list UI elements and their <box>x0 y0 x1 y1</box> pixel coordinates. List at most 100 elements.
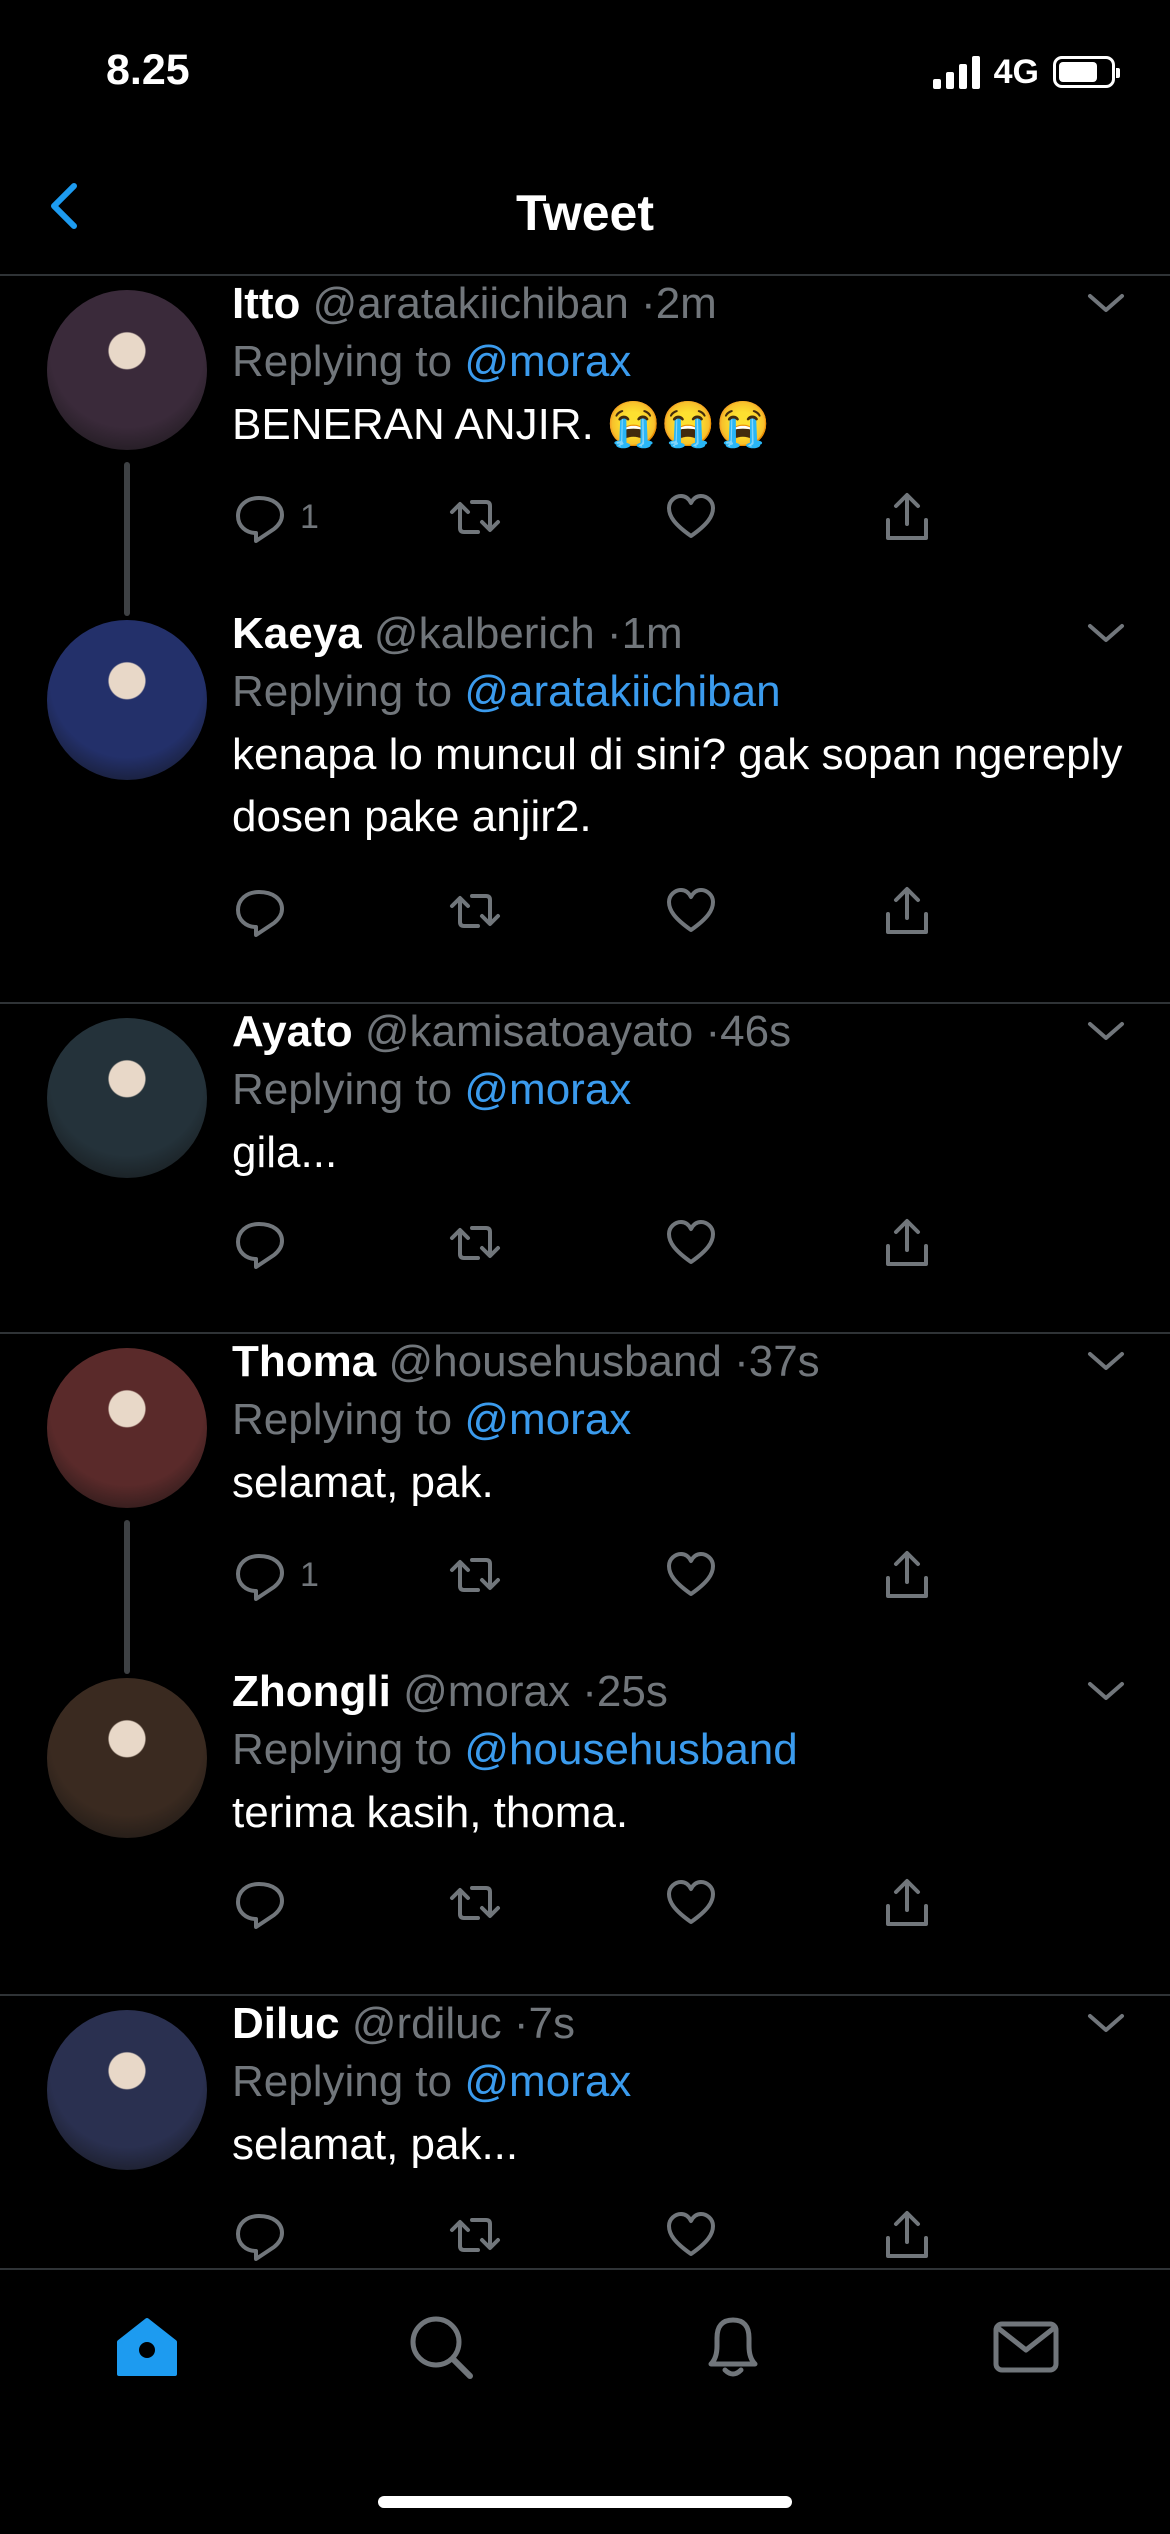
tweet-text: gila... <box>232 1128 338 1177</box>
avatar[interactable] <box>47 1018 207 1178</box>
user-handle: @kamisatoayato <box>364 1007 694 1056</box>
tweet-row[interactable]: Thoma @househusband ·37s Replying to @mo… <box>0 1334 1170 1674</box>
reply-button[interactable] <box>232 1876 300 1930</box>
mention-link[interactable]: @morax <box>464 337 631 386</box>
status-time: 8.25 <box>106 46 190 94</box>
avatar[interactable] <box>47 2010 207 2170</box>
mail-icon[interactable] <box>990 2310 1062 2382</box>
reply-button[interactable] <box>232 884 300 938</box>
display-name[interactable]: Diluc <box>232 1999 340 2048</box>
tweet-row[interactable]: Diluc @rdiluc ·7s Replying to @morax sel… <box>0 1996 1170 2266</box>
search-icon[interactable] <box>404 2310 476 2382</box>
tweet-header: Zhongli @morax ·25s <box>232 1664 1130 1720</box>
tweet-time: 1m <box>621 609 683 658</box>
display-name[interactable]: Kaeya <box>232 609 362 658</box>
replying-prefix: Replying to <box>232 1395 453 1444</box>
share-icon <box>886 2211 928 2258</box>
retweet-button[interactable] <box>448 490 502 544</box>
tweet-time: 25s <box>596 1667 668 1716</box>
chevron-down-icon[interactable] <box>1086 2012 1126 2036</box>
like-button[interactable] <box>664 1548 718 1602</box>
retweet-button[interactable] <box>448 1548 502 1602</box>
replying-to: Replying to @morax <box>232 1060 1130 1120</box>
share-button[interactable] <box>880 1876 934 1930</box>
tweet-row[interactable]: Kaeya @kalberich ·1m Replying to @aratak… <box>0 606 1170 1004</box>
reply-button[interactable] <box>232 1216 300 1270</box>
home-indicator[interactable] <box>378 2496 792 2508</box>
mention-link[interactable]: @aratakiichiban <box>464 667 780 716</box>
heart-icon <box>667 1220 715 1264</box>
reply-button[interactable]: 1 <box>232 1548 319 1602</box>
share-button[interactable] <box>880 490 934 544</box>
share-button[interactable] <box>880 2208 934 2262</box>
status-right: 4G <box>932 52 1120 92</box>
dot-separator: · <box>734 1337 749 1386</box>
tweet-body: Ayato @kamisatoayato ·46s Replying to @m… <box>232 1004 1130 1184</box>
dot-separator: · <box>606 609 622 658</box>
avatar[interactable] <box>47 1678 207 1838</box>
tweet-row[interactable]: Ayato @kamisatoayato ·46s Replying to @m… <box>0 1004 1170 1334</box>
retweet-icon <box>450 1558 500 1592</box>
reply-icon <box>236 1554 284 1601</box>
tweet-actions <box>232 1216 932 1276</box>
tweet-time: 37s <box>748 1337 820 1386</box>
chevron-down-icon[interactable] <box>1086 622 1126 646</box>
retweet-button[interactable] <box>448 1216 502 1270</box>
tab-bar <box>0 2268 1170 2534</box>
replying-prefix: Replying to <box>232 667 453 716</box>
replying-to: Replying to @househusband <box>232 1720 1130 1780</box>
share-icon <box>886 887 928 934</box>
home-icon[interactable] <box>111 2310 183 2382</box>
tweet-text: terima kasih, thoma. <box>232 1788 629 1837</box>
tweet-row[interactable]: Zhongli @morax ·25s Replying to @househu… <box>0 1664 1170 1996</box>
retweet-button[interactable] <box>448 2208 502 2262</box>
chevron-down-icon[interactable] <box>1086 1020 1126 1044</box>
retweet-icon <box>450 500 500 534</box>
heart-icon <box>667 2212 715 2256</box>
display-name[interactable]: Itto <box>232 279 300 328</box>
reply-button[interactable] <box>232 2208 300 2262</box>
network-label: 4G <box>993 52 1039 91</box>
share-button[interactable] <box>880 1548 934 1602</box>
mention-link[interactable]: @morax <box>464 1065 631 1114</box>
share-button[interactable] <box>880 884 934 938</box>
display-name[interactable]: Ayato <box>232 1007 353 1056</box>
like-button[interactable] <box>664 884 718 938</box>
display-name[interactable]: Zhongli <box>232 1667 391 1716</box>
bell-icon[interactable] <box>697 2310 769 2382</box>
avatar[interactable] <box>47 1348 207 1508</box>
retweet-button[interactable] <box>448 884 502 938</box>
tweet-text: selamat, pak. <box>232 1458 494 1507</box>
heart-icon <box>667 494 715 538</box>
signal-icon <box>932 55 980 89</box>
retweet-icon <box>450 1226 500 1260</box>
mention-link[interactable]: @morax <box>464 2057 631 2106</box>
reply-button[interactable]: 1 <box>232 490 319 544</box>
reply-feed[interactable]: Itto @aratakiichiban ·2m Replying to @mo… <box>0 276 1170 2266</box>
mention-link[interactable]: @morax <box>464 1395 631 1444</box>
battery-icon <box>1053 56 1120 88</box>
tweet-body: Zhongli @morax ·25s Replying to @househu… <box>232 1664 1130 1844</box>
mention-link[interactable]: @househusband <box>464 1725 797 1774</box>
like-button[interactable] <box>664 1216 718 1270</box>
chevron-down-icon[interactable] <box>1086 292 1126 316</box>
tweet-text: BENERAN ANJIR. 😭😭😭 <box>232 400 771 449</box>
display-name[interactable]: Thoma <box>232 1337 376 1386</box>
replying-to: Replying to @morax <box>232 2052 1130 2112</box>
tweet-row[interactable]: Itto @aratakiichiban ·2m Replying to @mo… <box>0 276 1170 616</box>
chevron-down-icon[interactable] <box>1086 1350 1126 1374</box>
heart-icon <box>667 888 715 932</box>
chevron-down-icon[interactable] <box>1086 1680 1126 1704</box>
replying-to: Replying to @morax <box>232 1390 1130 1450</box>
avatar[interactable] <box>47 620 207 780</box>
tweet-body: Itto @aratakiichiban ·2m Replying to @mo… <box>232 276 1130 456</box>
tweet-actions: 1 <box>232 1548 932 1608</box>
share-button[interactable] <box>880 1216 934 1270</box>
like-button[interactable] <box>664 1876 718 1930</box>
thread-line <box>124 1520 130 1674</box>
retweet-button[interactable] <box>448 1876 502 1930</box>
avatar[interactable] <box>47 290 207 450</box>
reply-icon <box>236 1222 284 1269</box>
like-button[interactable] <box>664 2208 718 2262</box>
like-button[interactable] <box>664 490 718 544</box>
